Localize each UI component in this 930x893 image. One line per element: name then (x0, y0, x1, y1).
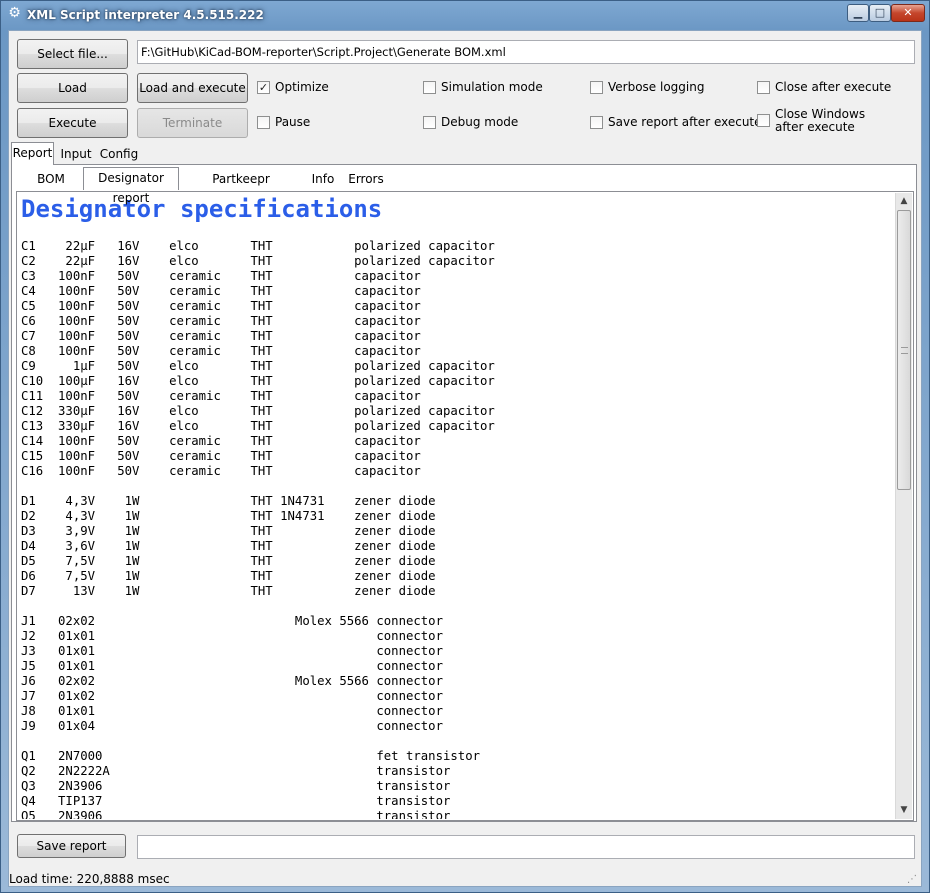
report-line: C12 330µF 16V elco THT polarized capacit… (21, 404, 495, 418)
pause-label: Pause (275, 115, 311, 129)
report-line: C8 100nF 50V ceramic THT capacitor (21, 344, 421, 358)
report-line: C5 100nF 50V ceramic THT capacitor (21, 299, 421, 313)
verbose-logging-label: Verbose logging (608, 80, 705, 94)
select-file-button[interactable]: Select file... (17, 39, 128, 69)
maximize-button[interactable]: □ (869, 4, 891, 22)
scroll-up-arrow-icon[interactable]: ▲ (896, 193, 912, 210)
report-line: D4 3,6V 1W THT zener diode (21, 539, 436, 553)
simulation-mode-label: Simulation mode (441, 80, 543, 94)
report-line: D5 7,5V 1W THT zener diode (21, 554, 436, 568)
close-after-execute-label: Close after execute (775, 80, 892, 94)
report-line: D1 4,3V 1W THT 1N4731 zener diode (21, 494, 436, 508)
report-line: D2 4,3V 1W THT 1N4731 zener diode (21, 509, 436, 523)
report-text-area[interactable]: Designator specifications C1 22µF 16V el… (18, 193, 894, 819)
report-line: Q4 TIP137 transistor (21, 794, 451, 808)
report-line: D6 7,5V 1W THT zener diode (21, 569, 436, 583)
save-report-button[interactable]: Save report (17, 834, 126, 858)
report-line: C9 1µF 50V elco THT polarized capacitor (21, 359, 495, 373)
tab-partkeepr-components[interactable]: Partkeepr components (180, 169, 302, 206)
report-line: C16 100nF 50V ceramic THT capacitor (21, 464, 421, 478)
tab-report[interactable]: Report (11, 142, 54, 165)
vertical-scrollbar[interactable]: ▲ ▼ (895, 193, 912, 819)
tab-config[interactable]: Config (99, 144, 139, 164)
report-line: J2 01x01 connector (21, 629, 443, 643)
report-line: C15 100nF 50V ceramic THT capacitor (21, 449, 421, 463)
report-line: J9 01x04 connector (21, 719, 443, 733)
report-line: C11 100nF 50V ceramic THT capacitor (21, 389, 421, 403)
scroll-thumb[interactable] (897, 210, 911, 490)
load-execute-button[interactable]: Load and execute (137, 73, 248, 103)
tab-input[interactable]: Input (58, 144, 94, 164)
client-area: Select file... F:\GitHub\KiCad-BOM-repor… (8, 30, 922, 887)
checkmark-icon[interactable]: ✓ (257, 81, 270, 94)
status-bar: Load time: 220,8888 msec ⋰ (9, 870, 921, 888)
report-line: C1 22µF 16V elco THT polarized capacitor (21, 239, 495, 253)
app-window: ⚙ XML Script interpreter 4.5.515.222 ▁ □… (0, 0, 930, 893)
close-button[interactable]: ✕ (891, 4, 925, 22)
report-line: D7 13V 1W THT zener diode (21, 584, 436, 598)
close-windows-after-execute-checkbox[interactable]: Close Windows after execute (757, 108, 887, 134)
debug-mode-checkbox[interactable]: Debug mode (423, 115, 518, 129)
save-report-after-execute-label: Save report after execute (608, 115, 762, 129)
report-line: J1 02x02 Molex 5566 connector (21, 614, 443, 628)
report-line: C14 100nF 50V ceramic THT capacitor (21, 434, 421, 448)
scroll-down-arrow-icon[interactable]: ▼ (896, 802, 912, 819)
output-path-input[interactable] (137, 835, 915, 859)
optimize-label: Optimize (275, 80, 329, 94)
report-line: C13 330µF 16V elco THT polarized capacit… (21, 419, 495, 433)
report-line: D3 3,9V 1W THT zener diode (21, 524, 436, 538)
resize-grip-icon[interactable]: ⋰ (907, 874, 919, 886)
report-line: C4 100nF 50V ceramic THT capacitor (21, 284, 421, 298)
report-line (21, 734, 495, 749)
grip-icon (901, 347, 908, 354)
report-line: Q2 2N2222A transistor (21, 764, 451, 778)
tab-bom-report[interactable]: BOM report (20, 169, 82, 206)
terminate-button[interactable]: Terminate (137, 108, 248, 138)
close-after-execute-checkbox[interactable]: Close after execute (757, 80, 891, 94)
status-text: Load time: 220,8888 msec (9, 872, 170, 886)
save-report-after-execute-checkbox[interactable]: Save report after execute (590, 115, 762, 129)
file-path-input[interactable]: F:\GitHub\KiCad-BOM-reporter\Script.Proj… (137, 40, 915, 64)
report-line: Q5 2N3906 transistor (21, 809, 451, 819)
load-button[interactable]: Load (17, 73, 128, 103)
report-line: J3 01x01 connector (21, 644, 443, 658)
report-line: Q1 2N7000 fet transistor (21, 749, 481, 763)
execute-button[interactable]: Execute (17, 108, 128, 138)
report-lines: C1 22µF 16V elco THT polarized capacitor… (21, 239, 495, 819)
report-line (21, 599, 495, 614)
report-line (21, 479, 495, 494)
simulation-mode-checkbox[interactable]: Simulation mode (423, 80, 543, 94)
report-line: J7 01x02 connector (21, 689, 443, 703)
report-line: J8 01x01 connector (21, 704, 443, 718)
report-heading: Designator specifications (21, 195, 383, 223)
title-bar[interactable]: ⚙ XML Script interpreter 4.5.515.222 ▁ □… (1, 1, 929, 29)
optimize-checkbox[interactable]: ✓ Optimize (257, 80, 329, 94)
close-windows-after-execute-label: Close Windows after execute (775, 107, 866, 134)
window-title: XML Script interpreter 4.5.515.222 (27, 8, 264, 22)
tab-errors[interactable]: Errors (343, 169, 389, 189)
report-line: C10 100µF 16V elco THT polarized capacit… (21, 374, 495, 388)
report-line: J5 01x01 connector (21, 659, 443, 673)
minimize-button[interactable]: ▁ (847, 4, 869, 22)
verbose-logging-checkbox[interactable]: Verbose logging (590, 80, 704, 94)
report-line: J6 02x02 Molex 5566 connector (21, 674, 443, 688)
gear-icon: ⚙ (8, 5, 21, 21)
report-line: Q3 2N3906 transistor (21, 779, 451, 793)
designator-report-view: Designator specifications C1 22µF 16V el… (16, 191, 914, 821)
report-line: C2 22µF 16V elco THT polarized capacitor (21, 254, 495, 268)
tab-designator-report[interactable]: Designator report (83, 167, 179, 205)
report-panel: BOM report Designator report Partkeepr c… (11, 164, 917, 822)
report-line: C6 100nF 50V ceramic THT capacitor (21, 314, 421, 328)
tab-info[interactable]: Info (306, 169, 340, 189)
debug-mode-label: Debug mode (441, 115, 519, 129)
report-line: C3 100nF 50V ceramic THT capacitor (21, 269, 421, 283)
pause-checkbox[interactable]: Pause (257, 115, 310, 129)
report-line: C7 100nF 50V ceramic THT capacitor (21, 329, 421, 343)
